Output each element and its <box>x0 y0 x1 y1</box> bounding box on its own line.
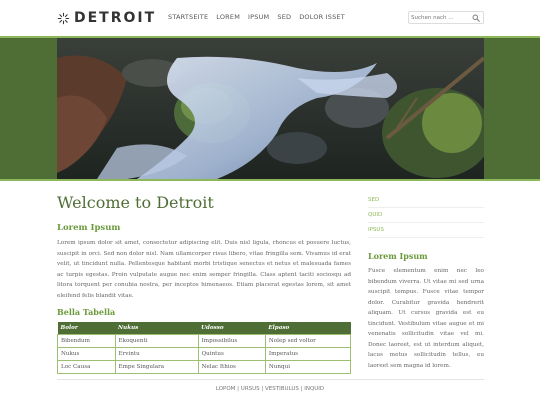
table-cell: Nukus <box>57 347 116 361</box>
table-cell: Quintus <box>197 347 266 361</box>
table-cell: Ekoquenti <box>114 334 199 348</box>
logo-text: DETROIT <box>74 10 157 26</box>
nav-item-ipsum[interactable]: IPSUM <box>248 13 269 21</box>
nav-item-dolor-isset[interactable]: DOLOR ISSET <box>299 13 345 21</box>
sidebar-link-ipsus[interactable]: IPSUS <box>368 223 484 238</box>
bella-table: Bolor Nukus Udosso Elpaso Bibendum Ekoqu… <box>57 322 352 374</box>
table-cell: Nelac Ithios <box>197 360 266 374</box>
table-cell: Nunqui <box>264 360 352 374</box>
table-cell: Ervintu <box>114 347 199 361</box>
sidebar-link-quid[interactable]: QUID <box>368 208 484 223</box>
table-cell: Impossibilus <box>197 334 266 348</box>
search-input[interactable] <box>411 13 469 23</box>
table-header-cell: Bolor <box>57 322 116 335</box>
footer-link-inquid[interactable]: INQUID <box>304 386 324 392</box>
intro-paragraph: Lorem ipsum dolor sit amet, consectetur … <box>57 240 351 299</box>
hero-image <box>57 38 484 179</box>
page-title: Welcome to Detroit <box>57 193 214 212</box>
table-cell: Loc Causa <box>57 360 116 374</box>
sidebar-title: Lorem Ipsum <box>368 251 428 261</box>
table-cell: Bibendum <box>57 334 116 348</box>
footer-link-ursus[interactable]: URSUS <box>241 386 260 392</box>
nav-item-lorem[interactable]: LOREM <box>216 13 240 21</box>
section-heading: Lorem Ipsum <box>57 223 121 233</box>
main-nav: STARTSEITE LOREM IPSUM SED DOLOR ISSET <box>168 13 345 21</box>
table-header-cell: Nukus <box>115 322 199 335</box>
table-header-row: Bolor Nukus Udosso Elpaso <box>57 322 351 335</box>
logo-icon <box>57 12 70 24</box>
search-icon[interactable] <box>472 14 480 22</box>
table-header-cell: Udosso <box>198 322 266 335</box>
table-cell: Empe Singulara <box>114 360 199 374</box>
table-title: Bella Tabella <box>57 307 116 317</box>
table-row: Bibendum Ekoquenti Impossibilus Nolep se… <box>57 334 352 348</box>
main-content: Welcome to Detroit Lorem Ipsum Lorem ips… <box>57 193 352 374</box>
table-row: Loc Causa Empe Singulara Nelac Ithios Nu… <box>57 360 352 374</box>
sidebar: SED QUID IPSUS Lorem Ipsum Fusce element… <box>368 193 484 371</box>
footer-divider <box>57 379 484 380</box>
sidebar-link-sed[interactable]: SED <box>368 193 484 208</box>
table-row: Nukus Ervintu Quintus Imperatus <box>57 347 352 361</box>
sidebar-text: Fusce elementum enim nec leo bibendum vi… <box>368 268 484 369</box>
footer-link-lopom[interactable]: LOPOM <box>216 386 236 392</box>
site-header: DETROIT STARTSEITE LOREM IPSUM SED DOLOR… <box>0 0 540 36</box>
table-cell: Nolep sed voltor <box>264 334 352 348</box>
footer-link-vestibulus[interactable]: VESTIBULUS <box>265 386 299 392</box>
table-header-cell: Elpaso <box>265 322 351 335</box>
table-cell: Imperatus <box>264 347 352 361</box>
footer-links: LOPOM | URSUS | VESTIBULUS | INQUID <box>215 386 325 392</box>
site-logo[interactable]: DETROIT <box>57 9 156 27</box>
nav-item-sed[interactable]: SED <box>277 13 291 21</box>
nav-item-startseite[interactable]: STARTSEITE <box>168 13 208 21</box>
search-box <box>408 11 484 24</box>
